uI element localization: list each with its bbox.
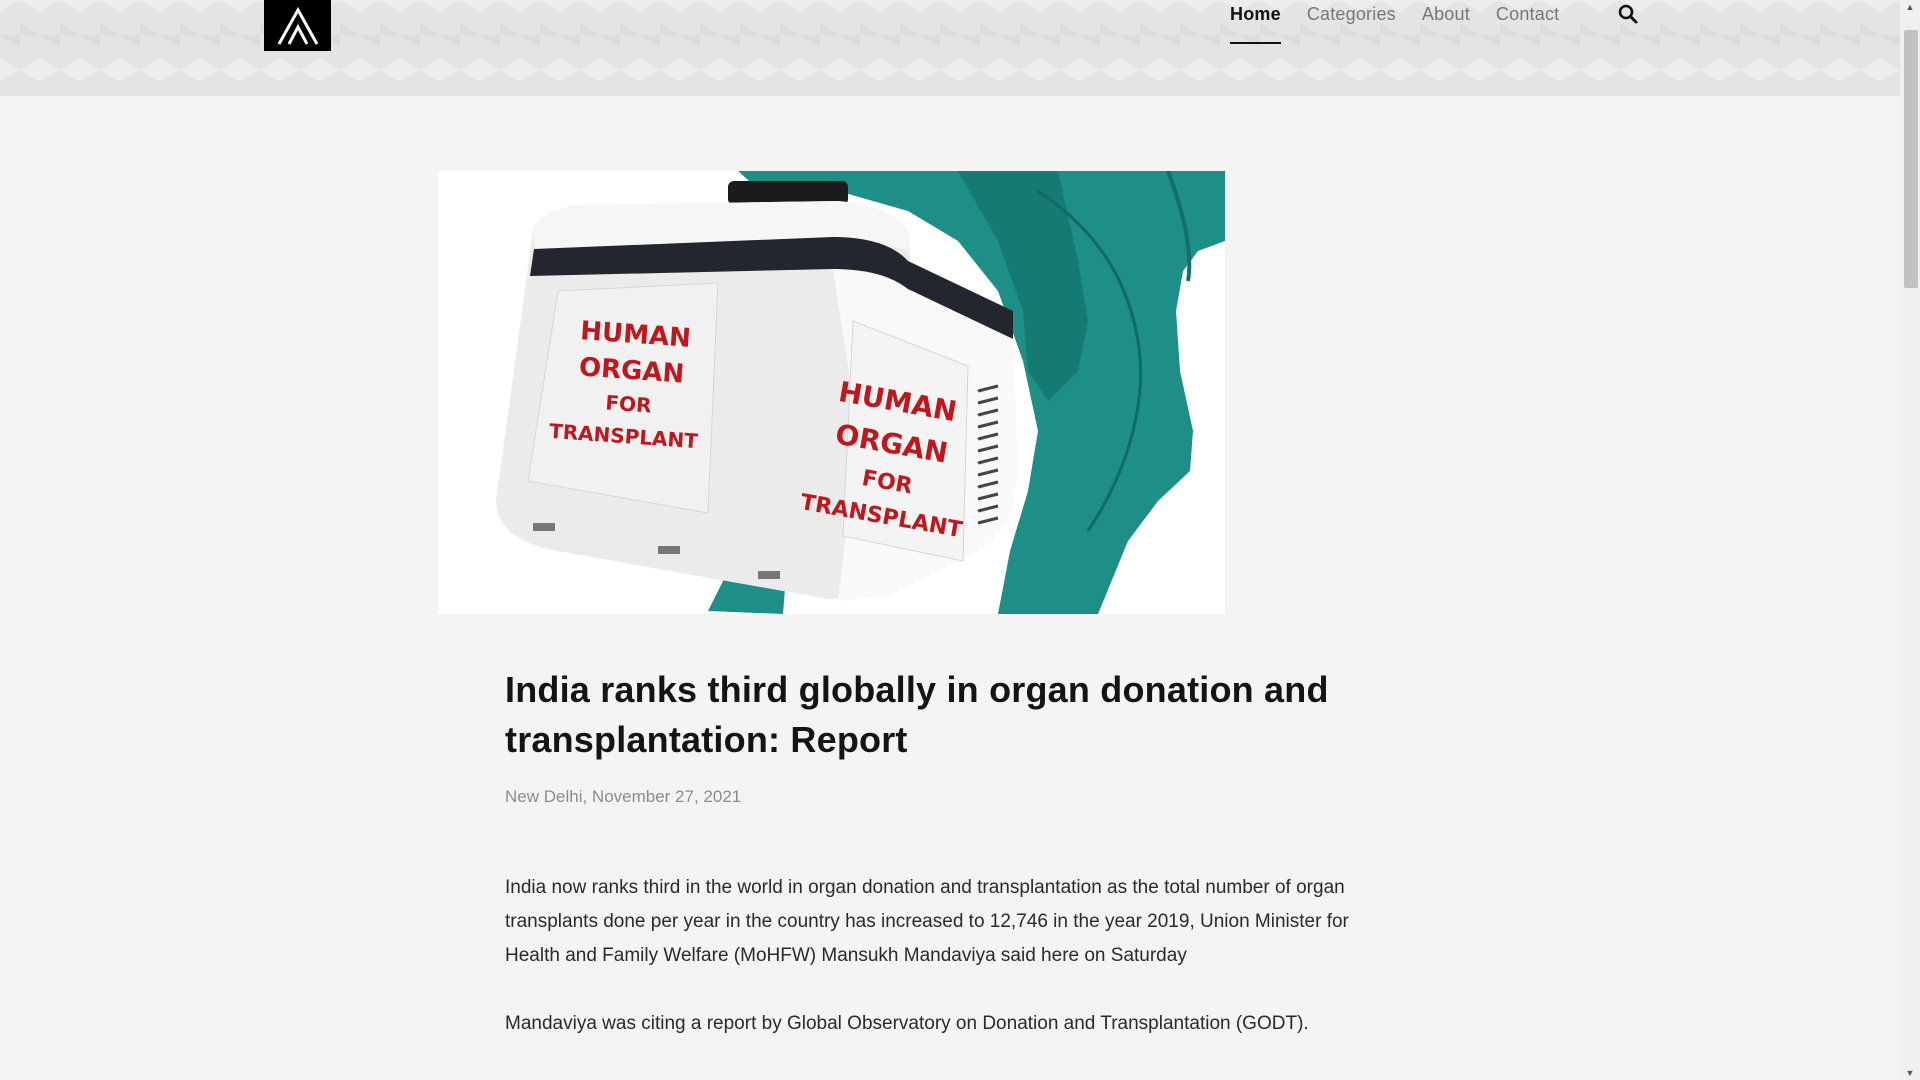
scroll-down-arrow-icon[interactable]: ▼ <box>1900 1066 1920 1080</box>
logo-icon <box>277 6 318 45</box>
organ-transport-box-illustration: HUMAN ORGAN FOR TRANSPLANT HUMAN ORGAN F… <box>496 171 1225 614</box>
nav-categories[interactable]: Categories <box>1307 0 1396 44</box>
site-header: Home Categories About Contact <box>0 0 1900 96</box>
nav-home[interactable]: Home <box>1230 0 1281 44</box>
article: India ranks third globally in organ dona… <box>505 665 1385 1041</box>
nav-about[interactable]: About <box>1422 0 1470 44</box>
article-meta: New Delhi, November 27, 2021 <box>505 787 742 806</box>
nav-contact[interactable]: Contact <box>1496 0 1559 44</box>
search-icon <box>1618 4 1638 24</box>
box-label-left-line3: FOR <box>605 390 653 417</box>
article-title: India ranks third globally in organ dona… <box>505 669 1329 760</box>
scrollbar-thumb[interactable] <box>1904 30 1918 288</box>
article-paragraph: India now ranks third in the world in or… <box>505 877 1349 966</box>
page: Home Categories About Contact HUMAN ORGA… <box>0 0 1920 1080</box>
search-button[interactable] <box>1618 4 1638 26</box>
page-scrollbar[interactable]: ▲ ▼ <box>1900 0 1920 1080</box>
scroll-up-arrow-icon[interactable]: ▲ <box>1900 0 1920 14</box>
article-hero-image: HUMAN ORGAN FOR TRANSPLANT HUMAN ORGAN F… <box>438 171 1225 614</box>
main-nav: Home Categories About Contact <box>1230 0 1585 44</box>
site-logo[interactable] <box>264 0 331 51</box>
article-paragraph: Mandaviya was citing a report by Global … <box>505 1013 1309 1034</box>
